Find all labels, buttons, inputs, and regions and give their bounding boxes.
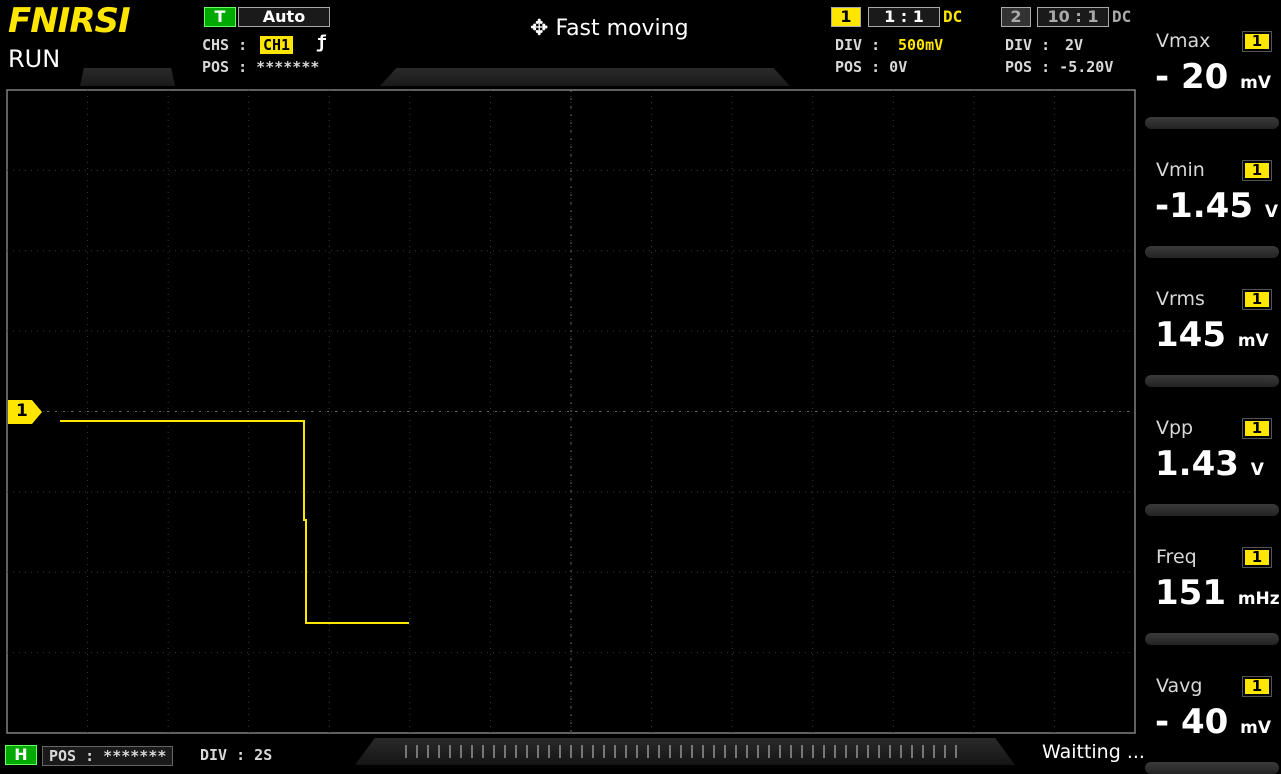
status-text: Waitting ... (1042, 741, 1145, 763)
waveform-display[interactable] (0, 0, 1281, 765)
timeline-bar[interactable] (355, 738, 1015, 765)
ch1-level-marker[interactable]: 1 (8, 400, 42, 424)
horizontal-pos[interactable]: POS : ******* (42, 746, 174, 766)
measurement-value: - 20 mV (1155, 58, 1271, 102)
measurement-number: - 40 (1155, 702, 1229, 742)
measurement-separator (1145, 762, 1279, 774)
measurement-unit: V (1264, 202, 1279, 222)
measurement-label: Vavg (1156, 675, 1203, 697)
measurement-value: -1.45 V (1155, 187, 1278, 231)
measurement-number: 151 (1155, 573, 1226, 613)
measurement-label: Vmax (1156, 30, 1211, 52)
measurement-unit: V (1250, 460, 1264, 480)
measurement-value: - 40 mV (1155, 703, 1271, 747)
measurement-channel-badge: 1 (1242, 31, 1272, 52)
measurement-vrms[interactable]: Vrms 1 145 mV (1143, 258, 1281, 375)
measurement-label: Vpp (1156, 417, 1194, 439)
measurement-separator (1145, 246, 1279, 258)
measurement-number: 145 (1155, 315, 1226, 355)
measurement-channel-badge: 1 (1242, 418, 1272, 439)
measurement-value: 145 mV (1155, 316, 1269, 360)
measurement-unit: mV (1237, 331, 1269, 351)
measurement-separator (1145, 375, 1279, 387)
measurement-channel-badge: 1 (1242, 547, 1272, 568)
measurement-panel: Vmax 1 - 20 mV Vmin 1 -1.45 V Vrms 1 145… (1143, 0, 1281, 774)
measurement-freq[interactable]: Freq 1 151 mHz (1143, 516, 1281, 633)
measurement-value: 151 mHz (1155, 574, 1280, 618)
measurement-unit: mHz (1237, 589, 1280, 609)
ch1-marker-label: 1 (16, 401, 28, 421)
measurement-unit: mV (1240, 73, 1271, 93)
horizontal-badge[interactable]: H (5, 745, 37, 765)
measurement-channel-badge: 1 (1242, 289, 1272, 310)
measurement-label: Freq (1156, 546, 1197, 568)
measurement-unit: mV (1240, 718, 1271, 738)
measurement-vmin[interactable]: Vmin 1 -1.45 V (1143, 129, 1281, 246)
measurement-label: Vrms (1156, 288, 1205, 310)
measurement-separator (1145, 504, 1279, 516)
measurement-channel-badge: 1 (1242, 676, 1272, 697)
measurement-vmax[interactable]: Vmax 1 - 20 mV (1143, 0, 1281, 117)
measurement-channel-badge: 1 (1242, 160, 1272, 181)
measurement-separator (1145, 117, 1279, 129)
measurement-value: 1.43 V (1155, 445, 1264, 489)
measurement-label: Vmin (1156, 159, 1205, 181)
measurement-number: -1.45 (1155, 186, 1253, 226)
measurement-number: 1.43 (1155, 444, 1239, 484)
measurement-number: - 20 (1155, 57, 1229, 97)
horizontal-div[interactable]: DIV : 2S (200, 746, 272, 764)
measurement-vavg[interactable]: Vavg 1 - 40 mV (1143, 645, 1281, 762)
measurement-separator (1145, 633, 1279, 645)
measurement-vpp[interactable]: Vpp 1 1.43 V (1143, 387, 1281, 504)
